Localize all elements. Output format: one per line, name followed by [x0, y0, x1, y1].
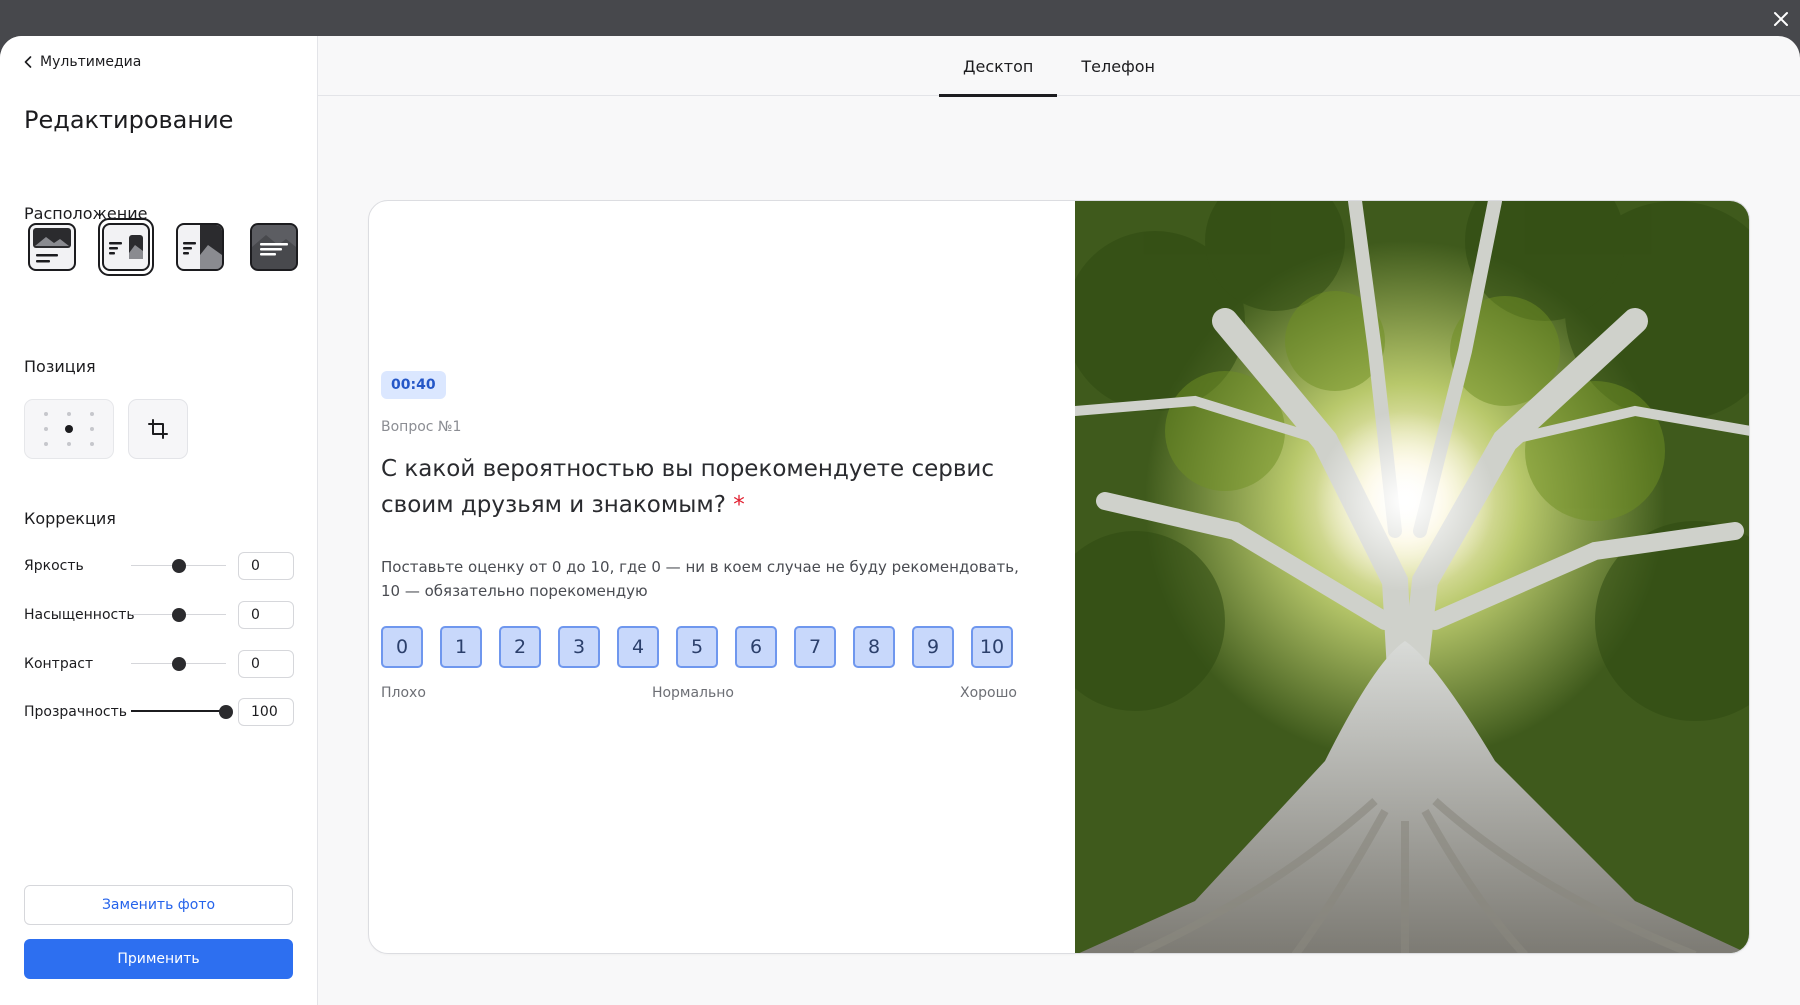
- rating-option[interactable]: 1: [440, 626, 482, 668]
- opacity-slider[interactable]: [131, 702, 233, 722]
- brightness-slider[interactable]: [131, 556, 226, 576]
- crop-button[interactable]: [128, 399, 188, 459]
- rating-scale: 0 1 2 3 4 5 6 7 8 9 10: [381, 626, 1013, 668]
- tab-phone[interactable]: Телефон: [1057, 36, 1179, 96]
- position-dot[interactable]: [80, 406, 103, 421]
- slider-thumb[interactable]: [171, 559, 186, 573]
- rating-option[interactable]: 7: [794, 626, 836, 668]
- question-number: Вопрос №1: [381, 419, 462, 435]
- timer-badge: 00:40: [381, 371, 446, 399]
- crop-icon: [148, 419, 168, 439]
- position-controls: [24, 399, 188, 459]
- question-title: С какой вероятностью вы порекомендуете с…: [381, 451, 1031, 523]
- chevron-left-icon: [24, 56, 32, 68]
- slider-saturation: Насыщенность: [24, 601, 294, 629]
- correction-section-title: Коррекция: [24, 509, 116, 528]
- rating-option[interactable]: 6: [735, 626, 777, 668]
- layout-image-top-icon: [28, 223, 76, 271]
- replace-photo-button[interactable]: Заменить фото: [24, 885, 293, 925]
- slider-contrast: Контраст: [24, 650, 294, 678]
- close-icon: [1774, 12, 1788, 26]
- slider-label: Контраст: [24, 656, 94, 672]
- device-tabs: Десктоп Телефон: [318, 36, 1800, 97]
- scale-labels: Плохо Нормально Хорошо: [381, 685, 1017, 701]
- slider-label: Прозрачность: [24, 704, 127, 720]
- slider-thumb[interactable]: [219, 705, 233, 719]
- rating-option[interactable]: 5: [676, 626, 718, 668]
- question-preview: 00:40 Вопрос №1 С какой вероятностью вы …: [368, 200, 1750, 954]
- slider-thumb[interactable]: [171, 657, 186, 671]
- rating-option[interactable]: 0: [381, 626, 423, 668]
- position-dot[interactable]: [80, 421, 103, 436]
- question-description: Поставьте оценку от 0 до 10, где 0 — ни …: [381, 558, 1019, 600]
- layout-image-right-icon: [102, 223, 150, 271]
- position-dot[interactable]: [58, 406, 81, 421]
- contrast-slider[interactable]: [131, 654, 226, 674]
- layout-option-image-right[interactable]: [98, 218, 154, 276]
- back-link-label: Мультимедиа: [40, 54, 142, 70]
- position-section-title: Позиция: [24, 357, 96, 376]
- position-dot[interactable]: [80, 437, 103, 452]
- saturation-slider[interactable]: [131, 605, 226, 625]
- main-area: Десктоп Телефон 00:40 Вопрос №1 С какой …: [318, 36, 1800, 1005]
- saturation-input[interactable]: [238, 601, 294, 629]
- layout-option-split[interactable]: [172, 218, 228, 276]
- position-dot[interactable]: [35, 437, 58, 452]
- editor-modal: Мультимедиа Редактирование Расположение: [0, 36, 1800, 1005]
- layout-options: [24, 218, 302, 276]
- tree-photo: [1075, 201, 1749, 953]
- position-grid[interactable]: [24, 399, 114, 459]
- page-title: Редактирование: [24, 106, 234, 134]
- contrast-input[interactable]: [238, 650, 294, 678]
- scale-high-label: Хорошо: [960, 685, 1017, 701]
- rating-option[interactable]: 10: [971, 626, 1013, 668]
- layout-split-icon: [176, 223, 224, 271]
- rating-option[interactable]: 8: [853, 626, 895, 668]
- close-button[interactable]: [1768, 6, 1794, 32]
- slider-label: Насыщенность: [24, 607, 135, 623]
- slider-label: Яркость: [24, 558, 84, 574]
- question-area: 00:40 Вопрос №1 С какой вероятностью вы …: [381, 201, 1071, 953]
- scale-mid-label: Нормально: [651, 685, 734, 701]
- sidebar: Мультимедиа Редактирование Расположение: [0, 36, 318, 1005]
- position-dot[interactable]: [35, 421, 58, 436]
- slider-opacity: Прозрачность: [24, 698, 294, 726]
- layout-option-background[interactable]: [246, 218, 302, 276]
- position-dot-selected[interactable]: [58, 421, 81, 436]
- rating-option[interactable]: 3: [558, 626, 600, 668]
- rating-option[interactable]: 9: [912, 626, 954, 668]
- slider-brightness: Яркость: [24, 552, 294, 580]
- slider-thumb[interactable]: [171, 608, 186, 622]
- rating-option[interactable]: 4: [617, 626, 659, 668]
- rating-option[interactable]: 2: [499, 626, 541, 668]
- question-text: С какой вероятностью вы порекомендуете с…: [381, 456, 995, 518]
- brightness-input[interactable]: [238, 552, 294, 580]
- tab-desktop[interactable]: Десктоп: [939, 36, 1058, 97]
- layout-background-icon: [250, 223, 298, 271]
- back-link[interactable]: Мультимедиа: [24, 54, 141, 70]
- scale-low-label: Плохо: [381, 685, 426, 701]
- layout-option-image-top[interactable]: [24, 218, 80, 276]
- required-mark: *: [733, 492, 745, 518]
- apply-button[interactable]: Применить: [24, 939, 293, 979]
- opacity-input[interactable]: [238, 698, 294, 726]
- position-dot[interactable]: [58, 437, 81, 452]
- position-dot[interactable]: [35, 406, 58, 421]
